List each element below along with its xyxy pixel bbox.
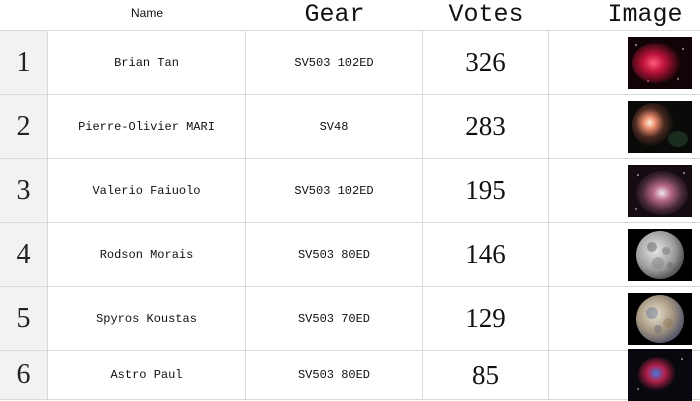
image-cell[interactable] [627, 287, 693, 350]
name-cell: Pierre-Olivier MARI [48, 95, 246, 158]
rank-cell: 3 [0, 159, 48, 222]
rank-cell: 6 [0, 351, 48, 399]
name-cell: Valerio Faiuolo [48, 159, 246, 222]
table-row: 1 Brian Tan SV503 102ED 326 [0, 30, 700, 94]
votes-cell: 283 [423, 95, 549, 158]
color-moon-thumbnail[interactable] [628, 292, 692, 345]
name-cell: Spyros Koustas [48, 287, 246, 350]
blue-red-nebula-thumbnail[interactable] [628, 349, 692, 401]
table-header: Name Gear Votes Image [0, 0, 700, 30]
table-row: 2 Pierre-Olivier MARI SV48 283 [0, 94, 700, 158]
rank-cell: 5 [0, 287, 48, 350]
blank-cell [549, 287, 627, 350]
gear-cell: SV503 102ED [246, 31, 423, 94]
blank-cell [549, 351, 627, 399]
blank-cell [549, 159, 627, 222]
table-row: 3 Valerio Faiuolo SV503 102ED 195 [0, 158, 700, 222]
gear-cell: SV48 [246, 95, 423, 158]
votes-cell: 326 [423, 31, 549, 94]
rank-cell: 1 [0, 31, 48, 94]
header-gear: Gear [304, 0, 365, 29]
orion-nebula-wide-thumbnail[interactable] [628, 164, 692, 217]
rank-cell: 4 [0, 223, 48, 286]
votes-cell: 129 [423, 287, 549, 350]
header-image: Image [607, 0, 683, 29]
table-row: 4 Rodson Morais SV503 80ED 146 [0, 222, 700, 286]
table-row: 5 Spyros Koustas SV503 70ED 129 [0, 286, 700, 350]
header-votes: Votes [448, 0, 524, 29]
blank-cell [549, 223, 627, 286]
votes-cell: 85 [423, 351, 549, 399]
gear-cell: SV503 80ED [246, 223, 423, 286]
gear-cell: SV503 80ED [246, 351, 423, 399]
name-cell: Rodson Morais [48, 223, 246, 286]
name-cell: Brian Tan [48, 31, 246, 94]
red-nebula-thumbnail[interactable] [628, 36, 692, 89]
votes-cell: 146 [423, 223, 549, 286]
image-cell[interactable] [627, 349, 693, 401]
blank-cell [549, 95, 627, 158]
blank-cell [549, 31, 627, 94]
table-row: 6 Astro Paul SV503 80ED 85 [0, 349, 700, 401]
header-name: Name [130, 6, 163, 20]
leaderboard-table: 1 Brian Tan SV503 102ED 326 2 Pierre-Oli… [0, 30, 700, 401]
image-cell[interactable] [627, 95, 693, 158]
gear-cell: SV503 70ED [246, 287, 423, 350]
image-cell[interactable] [627, 31, 693, 94]
gear-cell: SV503 102ED [246, 159, 423, 222]
votes-cell: 195 [423, 159, 549, 222]
rank-cell: 2 [0, 95, 48, 158]
image-cell[interactable] [627, 159, 693, 222]
name-cell: Astro Paul [48, 351, 246, 399]
image-cell[interactable] [627, 223, 693, 286]
orion-nebula-thumbnail[interactable] [628, 100, 692, 153]
gray-moon-thumbnail[interactable] [628, 228, 692, 281]
